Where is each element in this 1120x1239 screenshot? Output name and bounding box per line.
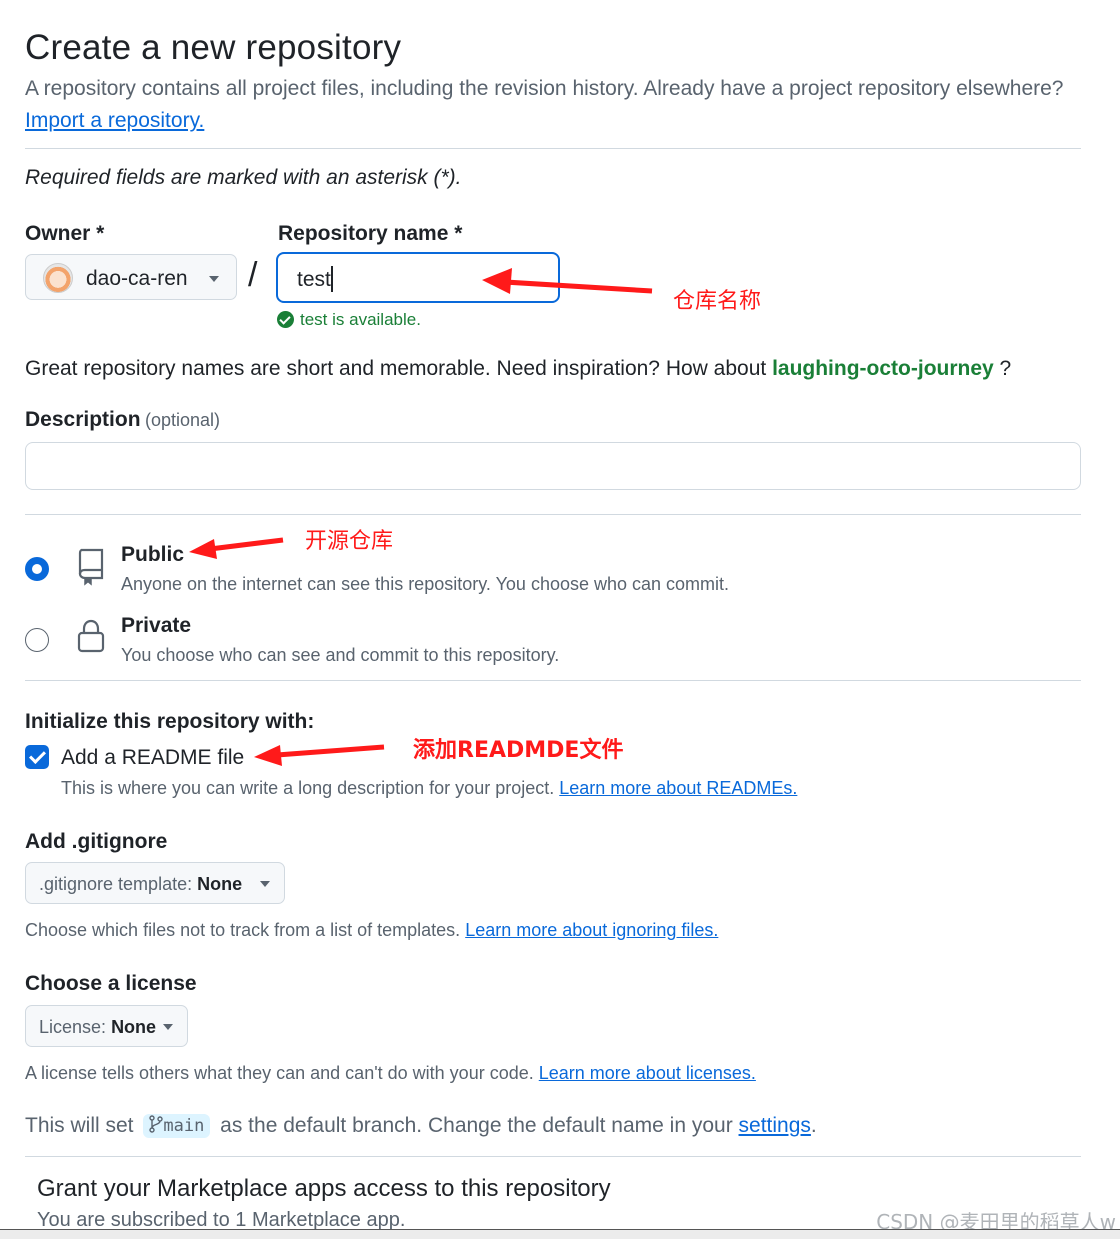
default-branch-note: This will set main as the default branch… — [25, 1114, 817, 1138]
gitignore-value: None — [197, 874, 243, 894]
annotation-public: 开源仓库 — [305, 529, 394, 554]
branch-middle: as the default branch. Change the defaul… — [220, 1114, 733, 1137]
branch-suffix: . — [810, 1114, 817, 1137]
divider — [25, 514, 1081, 515]
repo-icon — [78, 548, 104, 586]
owner-label: Owner * — [25, 222, 105, 245]
name-inspiration: Great repository names are short and mem… — [25, 357, 1011, 381]
arrow-readme — [276, 744, 385, 758]
annotation-repo-name: 仓库名称 — [673, 289, 762, 314]
readme-checkbox[interactable] — [25, 745, 49, 769]
text-cursor — [331, 266, 333, 292]
learn-licenses-link[interactable]: Learn more about licenses. — [539, 1063, 756, 1083]
inspiration-text: Great repository names are short and mem… — [25, 357, 767, 380]
git-branch-icon — [149, 1115, 164, 1133]
readme-desc: This is where you can write a long descr… — [61, 778, 555, 798]
license-desc: A license tells others what they can and… — [25, 1063, 534, 1083]
marketplace-title: Grant your Marketplace apps access to th… — [37, 1175, 611, 1202]
license-prefix: License: — [39, 1017, 107, 1037]
description-label: Description — [25, 408, 141, 431]
repo-name-label: Repository name * — [278, 222, 463, 245]
suggested-name[interactable]: laughing-octo-journey — [772, 357, 994, 380]
gitignore-select[interactable]: .gitignore template: None — [25, 862, 285, 904]
gitignore-select-label: .gitignore template: None — [39, 874, 242, 895]
page-subtitle: A repository contains all project files,… — [25, 77, 1064, 100]
license-desc-row: A license tells others what they can and… — [25, 1063, 756, 1084]
private-title: Private — [121, 614, 192, 637]
branch-pill: main — [143, 1114, 211, 1138]
description-input[interactable] — [25, 442, 1081, 490]
branch-name: main — [163, 1116, 205, 1136]
chevron-down-icon — [163, 1024, 173, 1030]
settings-link[interactable]: settings — [739, 1114, 811, 1137]
owner-repo-separator: / — [248, 256, 258, 294]
gitignore-prefix: .gitignore template: — [39, 874, 193, 894]
public-radio[interactable] — [25, 557, 49, 581]
import-repository-link[interactable]: Import a repository. — [25, 109, 204, 133]
gitignore-desc-row: Choose which files not to track from a l… — [25, 920, 718, 941]
check-circle-icon — [277, 311, 294, 328]
repo-name-input[interactable]: test — [276, 252, 560, 303]
avatar — [43, 263, 73, 293]
annotation-readme: 添加READMDE文件 — [413, 738, 624, 763]
page-title: Create a new repository — [25, 28, 402, 67]
readme-label[interactable]: Add a README file — [61, 746, 244, 770]
initialize-heading: Initialize this repository with: — [25, 710, 315, 733]
owner-name: dao-ca-ren — [86, 267, 188, 290]
divider — [25, 680, 1081, 681]
divider — [25, 1156, 1081, 1157]
arrow-public — [209, 537, 284, 552]
availability-text: test is available. — [300, 310, 421, 329]
license-heading: Choose a license — [25, 972, 197, 995]
inspiration-suffix: ? — [993, 357, 1012, 380]
chevron-down-icon — [209, 276, 219, 282]
availability-status: test is available. — [277, 310, 421, 330]
gitignore-heading: Add .gitignore — [25, 830, 168, 853]
required-fields-note: Required fields are marked with an aster… — [25, 166, 462, 189]
learn-readmes-link[interactable]: Learn more about READMEs. — [559, 778, 797, 798]
branch-prefix: This will set — [25, 1114, 134, 1137]
owner-select[interactable]: dao-ca-ren — [25, 254, 237, 300]
description-optional: (optional) — [144, 410, 221, 430]
license-select[interactable]: License: None — [25, 1005, 188, 1047]
learn-ignoring-link[interactable]: Learn more about ignoring files. — [465, 920, 718, 940]
description-label-row: Description (optional) — [25, 408, 220, 432]
license-value: None — [111, 1017, 157, 1037]
divider — [25, 148, 1081, 149]
private-radio[interactable] — [25, 628, 49, 652]
readme-desc-row: This is where you can write a long descr… — [61, 778, 797, 799]
public-title: Public — [121, 543, 185, 566]
public-desc: Anyone on the internet can see this repo… — [121, 574, 730, 594]
gitignore-desc: Choose which files not to track from a l… — [25, 920, 461, 940]
license-select-label: License: None — [39, 1017, 156, 1038]
private-desc: You choose who can see and commit to thi… — [121, 645, 560, 665]
repo-name-value: test — [297, 268, 331, 291]
lock-icon — [77, 619, 105, 653]
chevron-down-icon — [260, 881, 270, 887]
